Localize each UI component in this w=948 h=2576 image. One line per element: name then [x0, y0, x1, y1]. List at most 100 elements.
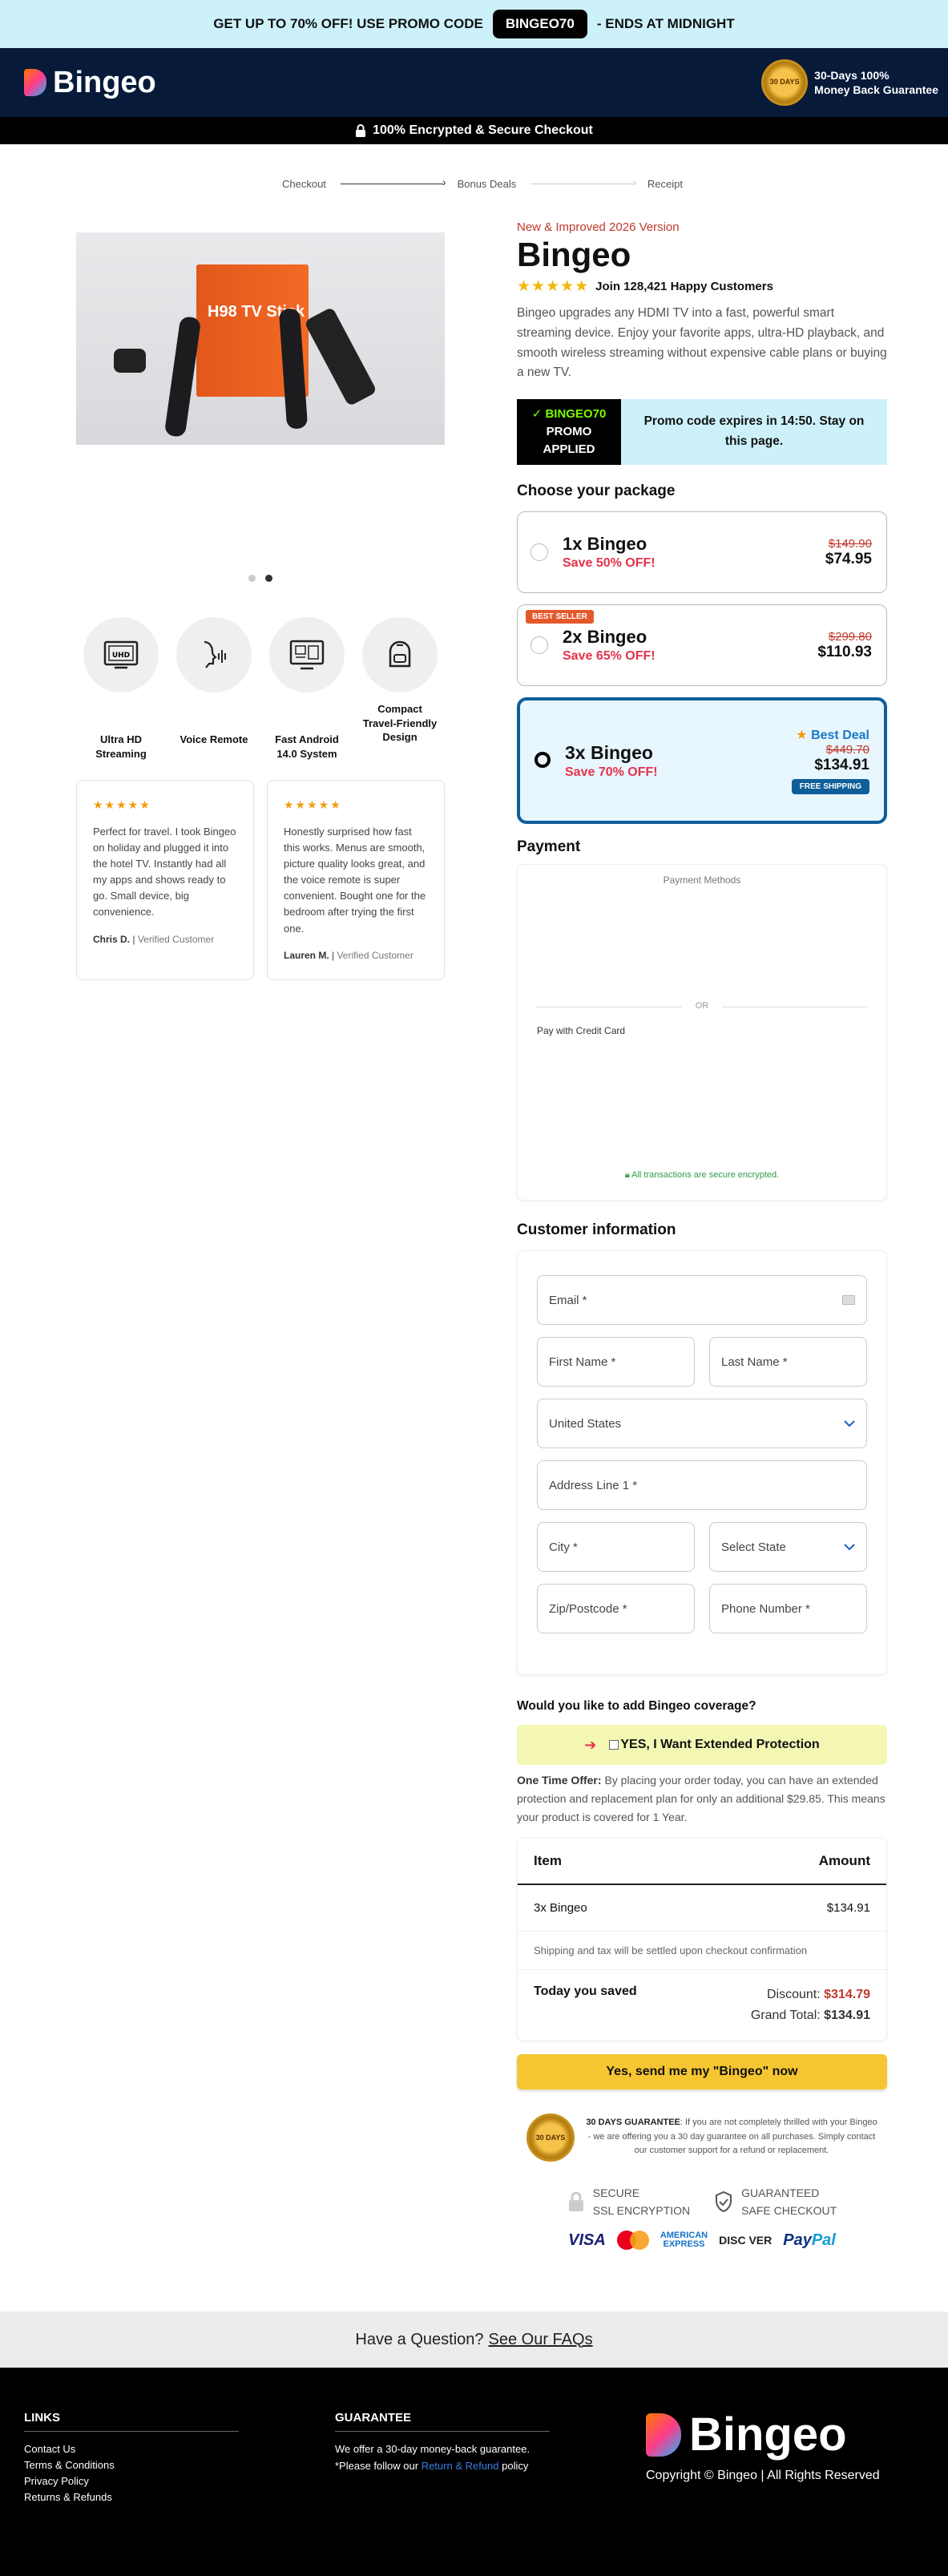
address-field[interactable]: Address Line 1 * [537, 1460, 867, 1511]
footer-guarantee-title: GUARANTEE [335, 2411, 550, 2432]
visa-icon: VISA [568, 2231, 606, 2249]
discover-icon: DISC VER [719, 2234, 773, 2247]
feature-list: UHD Ultra HD Streaming Voice Remote Fast… [76, 617, 445, 761]
carousel-dot-active[interactable] [265, 575, 272, 582]
verified-badge: Verified Customer [137, 933, 215, 945]
or-divider: OR [537, 1001, 867, 1011]
customer-info-title: Customer information [517, 1221, 676, 1239]
return-refund-link[interactable]: Return & Refund [422, 2460, 499, 2472]
site-header: Bingeo 30 DAYS 30-Days 100% Money Back G… [0, 48, 948, 117]
review-text: Perfect for travel. I took Bingeo on hol… [93, 825, 236, 919]
feature-label: Fast Android 14.0 System [275, 733, 339, 760]
package-option-1x[interactable]: 1x Bingeo Save 50% OFF! $149.90 $74.95 [517, 511, 887, 594]
promo-code: ✓ BINGEO70 [531, 407, 607, 422]
logo-icon [24, 69, 46, 96]
hdmi-stick-shadow [114, 349, 146, 373]
address-placeholder: Address Line 1 * [549, 1478, 638, 1492]
package-name: 2x Bingeo [563, 627, 647, 648]
travel-bag-icon [362, 617, 438, 692]
review-text: Honestly surprised how fast this works. … [284, 825, 426, 935]
city-field[interactable]: City * [537, 1522, 695, 1573]
product-description: Bingeo upgrades any HDMI TV into a fast,… [517, 306, 887, 380]
footer-guarantee-line-1: We offer a 30-day money-back guarantee. [335, 2443, 530, 2455]
review-author-name: Lauren M. [284, 949, 329, 961]
zip-placeholder: Zip/Postcode * [549, 1601, 627, 1616]
faq-band: Have a Question? See Our FAQs [0, 2312, 948, 2368]
complete-order-button[interactable]: Yes, send me my "Bingeo" now [517, 2053, 887, 2089]
email-placeholder: Email * [549, 1293, 587, 1307]
footer-logo[interactable]: Bingeo [646, 2408, 847, 2461]
rating-stars: ★★★★★ [517, 278, 590, 295]
feature-label: Voice Remote [180, 733, 248, 745]
package-savings: Save 65% OFF! [563, 649, 656, 664]
discount-label: Discount: [767, 1988, 821, 2002]
star-icon: ★ [796, 729, 808, 743]
footer-link-returns[interactable]: Returns & Refunds [24, 2489, 239, 2505]
promo-line: APPLIED [543, 442, 595, 456]
extended-protection-label: YES, I Want Extended Protection [609, 1738, 820, 1752]
paypal-icon: PayPal [783, 2231, 836, 2250]
package-option-2x[interactable]: BEST SELLER 2x Bingeo Save 65% OFF! $299… [517, 604, 887, 687]
shipping-note: Shipping and tax will be settled upon ch… [518, 1932, 886, 1971]
extended-protection-text: YES, I Want Extended Protection [620, 1738, 820, 1752]
checkout-column: New & Improved 2026 Version Bingeo ★★★★★… [517, 220, 887, 2251]
zip-field[interactable]: Zip/Postcode * [537, 1584, 695, 1634]
first-name-field[interactable]: First Name * [537, 1337, 695, 1387]
country-select[interactable]: United States [537, 1399, 867, 1449]
package-option-3x[interactable]: 3x Bingeo Save 70% OFF! ★ Best Deal $449… [517, 697, 887, 825]
best-deal-label: ★ Best Deal [792, 727, 869, 743]
feature-item: Fast Android 14.0 System [268, 617, 345, 761]
state-select[interactable]: Select State [709, 1522, 867, 1573]
one-time-offer-label: One Time Offer: [517, 1774, 602, 1787]
feature-label: Ultra HD Streaming [95, 733, 147, 760]
footer-links-title: LINKS [24, 2411, 239, 2432]
secure-checkout-bar: 100% Encrypted & Secure Checkout [0, 117, 948, 144]
product-image[interactable]: H98 TV Stick [76, 232, 445, 445]
review-card: ★★★★★ Honestly surprised how fast this w… [267, 780, 445, 981]
guarantee-block: 30 DAYS 30 DAYS GUARANTEE: If you are no… [517, 2113, 887, 2162]
pay-credit-card-label[interactable]: Pay with Credit Card [537, 1025, 625, 1036]
package-name: 1x Bingeo [563, 534, 647, 555]
step-checkout: Checkout [282, 178, 326, 190]
mastercard-icon [616, 2231, 649, 2251]
package-old-price: $299.80 [828, 629, 872, 644]
trust-badges: SECURE SSL ENCRYPTION GUARANTEED SAFE CHEC… [517, 2184, 887, 2220]
footer-link-contact[interactable]: Contact Us [24, 2441, 239, 2457]
package-old-price: $149.90 [828, 536, 872, 551]
carousel-dot[interactable] [248, 575, 256, 582]
package-radio-selected[interactable] [535, 752, 551, 769]
safe-line-2: SAFE CHECKOUT [741, 2204, 837, 2218]
faq-link[interactable]: See Our FAQs [489, 2331, 593, 2349]
footer-link-privacy[interactable]: Privacy Policy [24, 2473, 239, 2489]
guarantee-text: 30 DAYS GUARANTEE: If you are not comple… [586, 2116, 877, 2158]
brand-logo[interactable]: Bingeo [24, 66, 156, 100]
package-radio[interactable] [530, 636, 548, 655]
faq-text: Have a Question? [355, 2330, 484, 2348]
grand-total-line: Grand Total: $134.91 [751, 2005, 870, 2026]
verified-badge: Verified Customer [337, 949, 413, 961]
phone-field[interactable]: Phone Number * [709, 1584, 867, 1634]
package-savings: Save 50% OFF! [563, 556, 656, 571]
promo-timer: Promo code expires in 14:50. Stay on thi… [621, 399, 887, 466]
secure-transactions-note: 🔒︎ All transactions are secure encrypted… [518, 1170, 886, 1181]
ssl-line-1: SECURE [592, 2186, 640, 2199]
envelope-icon [842, 1295, 855, 1306]
phone-placeholder: Phone Number * [721, 1601, 810, 1616]
footer-link-terms[interactable]: Terms & Conditions [24, 2457, 239, 2473]
arrow-right-icon: ➔ [584, 1736, 597, 1753]
payment-card-logos: VISA AMERICAN EXPRESS DISC VER PayPal [517, 2231, 887, 2251]
review-card: ★★★★★ Perfect for travel. I took Bingeo … [76, 780, 254, 981]
extended-protection-option[interactable]: ➔ YES, I Want Extended Protection [517, 1725, 887, 1766]
last-name-field[interactable]: Last Name * [709, 1337, 867, 1387]
amex-line-2: EXPRESS [663, 2239, 705, 2250]
one-time-offer: One Time Offer: By placing your order to… [517, 1771, 887, 1827]
extended-protection-checkbox[interactable] [609, 1739, 619, 1750]
feature-item: Compact Travel-Friendly Design [361, 617, 438, 761]
best-seller-badge: BEST SELLER [526, 610, 594, 624]
email-field[interactable]: Email * [537, 1275, 867, 1326]
guarantee-seal-icon: 30 DAYS [761, 59, 809, 106]
promo-line: PROMO [546, 424, 592, 438]
package-radio[interactable] [530, 543, 548, 562]
summary-col-amount: Amount [818, 1853, 870, 1869]
footer-guarantee-line-2a: *Please follow our [335, 2459, 419, 2472]
